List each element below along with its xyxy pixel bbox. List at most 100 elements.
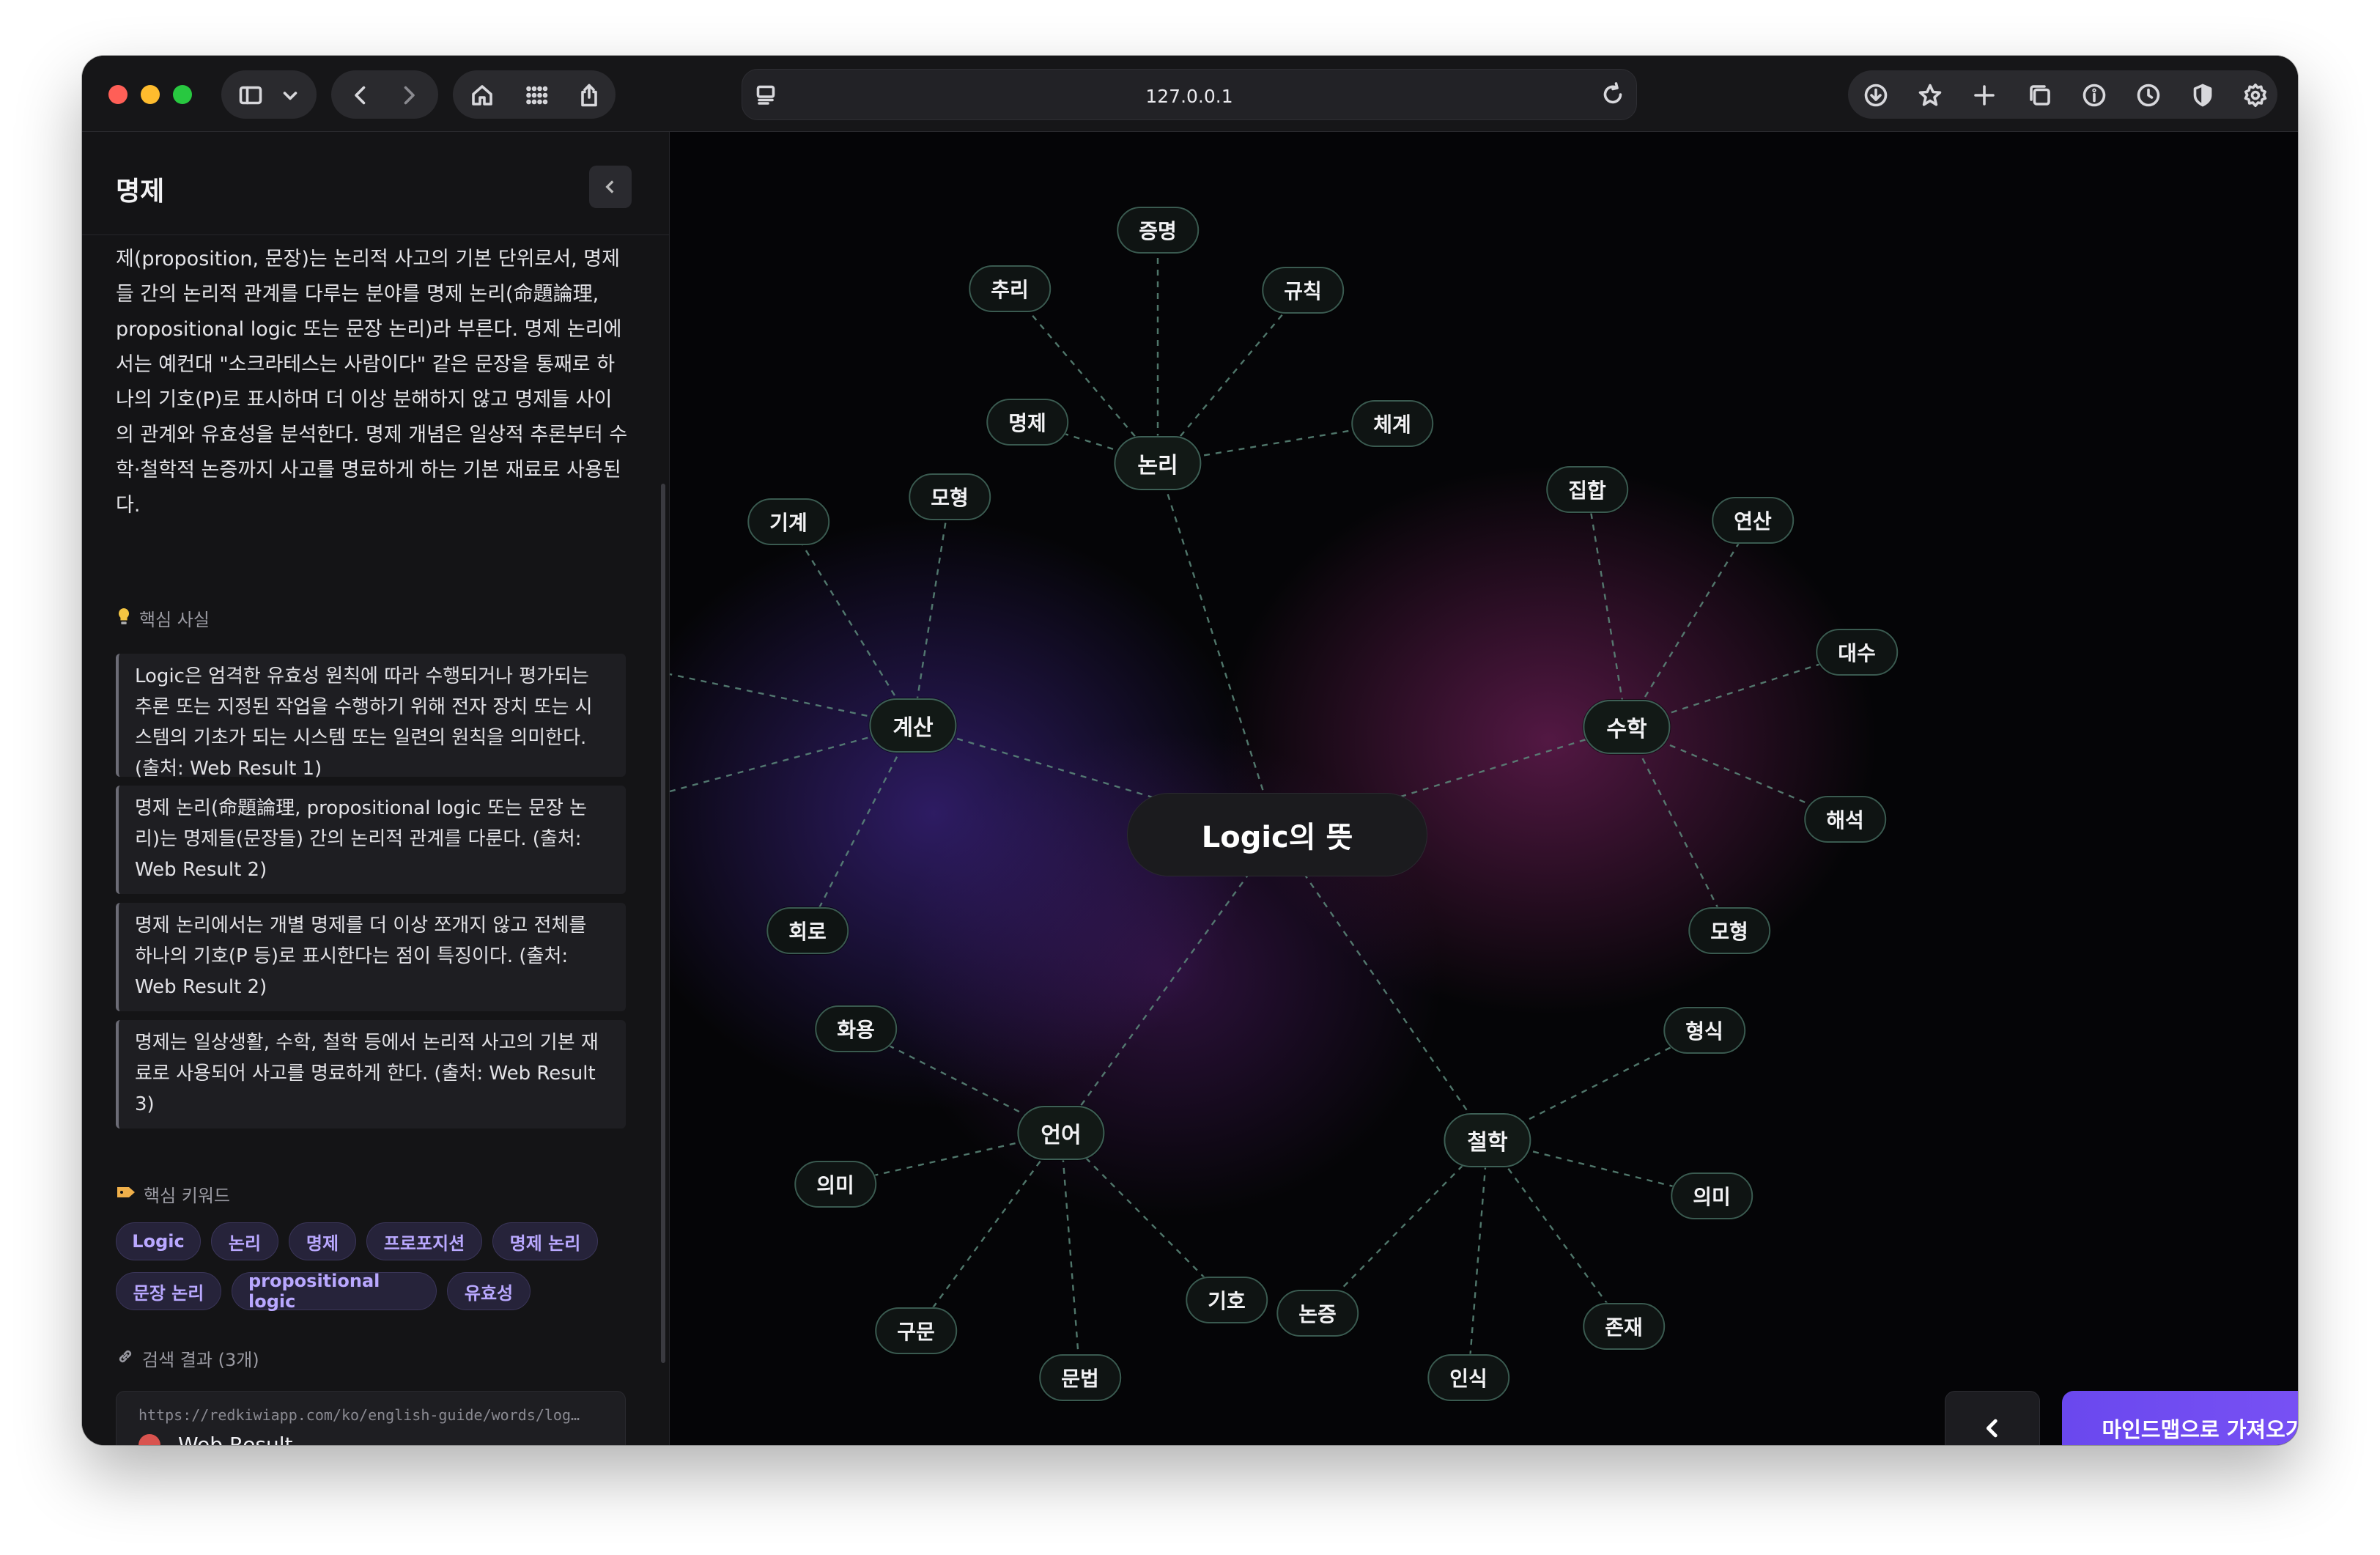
leaf-node-reasoning[interactable]: 추리 — [969, 265, 1051, 312]
mindmap-edge — [1060, 834, 1278, 1134]
leaf-node-existence[interactable]: 존재 — [1583, 1303, 1665, 1350]
star-icon[interactable] — [1915, 81, 1945, 110]
hub-node-logic[interactable]: 논리 — [1114, 436, 1202, 490]
forward-icon[interactable] — [394, 81, 424, 110]
back-icon[interactable] — [346, 81, 375, 110]
gear-icon[interactable] — [2241, 81, 2270, 110]
mindmap-edge — [915, 1132, 1062, 1331]
back-button[interactable] — [1945, 1391, 2040, 1445]
address-bar[interactable]: 127.0.0.1 — [742, 69, 1637, 120]
leaf-node-cognition[interactable]: 인식 — [1427, 1354, 1509, 1401]
home-icon[interactable] — [468, 81, 497, 110]
link-icon — [116, 1347, 135, 1370]
sidebar-icon[interactable] — [236, 81, 265, 110]
info-icon[interactable] — [2080, 81, 2109, 110]
result-url: https://redkiwiapp.com/ko/english-guide/… — [138, 1406, 580, 1424]
leaf-node-analysis[interactable]: 해석 — [1804, 796, 1886, 843]
mindmap-edge — [1156, 462, 1279, 835]
fact-item: 명제 논리(命題論理, propositional logic 또는 문장 논리… — [116, 786, 626, 894]
leaf-node-model[interactable]: 모형 — [909, 473, 991, 520]
mindmap-edge — [912, 496, 951, 726]
leaf-node-proposition[interactable]: 명제 — [986, 399, 1068, 446]
browser-toolbar: 127.0.0.1 — [82, 56, 2298, 132]
mindmap-edge — [1317, 1140, 1488, 1314]
zoom-window-button[interactable] — [173, 85, 192, 104]
results-heading-label: 검색 결과 (3개) — [142, 1350, 259, 1370]
mindmap-edge — [806, 725, 914, 931]
keywords-heading: 핵심 키워드 — [116, 1181, 230, 1207]
shield-icon[interactable] — [2188, 81, 2217, 110]
facts-heading: 핵심 사실 — [116, 605, 210, 631]
reload-icon[interactable] — [1598, 80, 1627, 109]
hub-node-math[interactable]: 수학 — [1583, 700, 1671, 754]
download-icon[interactable] — [1861, 81, 1891, 110]
leaf-node-proof[interactable]: 증명 — [1117, 207, 1199, 254]
favicon-icon — [138, 1434, 160, 1445]
hub-node-language[interactable]: 언어 — [1017, 1106, 1105, 1160]
leaf-node-model[interactable]: 모형 — [1688, 907, 1770, 954]
keyword-chip[interactable]: 문장 논리 — [116, 1272, 221, 1310]
mindmap-edges — [670, 230, 1858, 1378]
lightbulb-icon — [116, 607, 132, 630]
search-result-card[interactable]: https://redkiwiapp.com/ko/english-guide/… — [116, 1391, 626, 1445]
leaf-node-form[interactable]: 형식 — [1663, 1007, 1745, 1054]
hub-node-compute[interactable]: 계산 — [869, 698, 957, 753]
leaf-node-syntax[interactable]: 구문 — [875, 1307, 957, 1354]
leaf-node-grammar[interactable]: 문법 — [1039, 1354, 1121, 1401]
mindmap-edge — [1467, 1140, 1489, 1378]
keyword-chip[interactable]: 프로포지션 — [366, 1222, 482, 1260]
mindmap-center-node[interactable]: Logic의 뜻 — [1127, 793, 1427, 876]
chevron-left-icon — [605, 180, 614, 193]
tag-icon — [116, 1184, 136, 1205]
plus-icon[interactable] — [1970, 81, 1999, 110]
leaf-node-meaning[interactable]: 의미 — [794, 1161, 876, 1208]
leaf-node-argument[interactable]: 논증 — [1276, 1290, 1359, 1337]
leaf-node-machine[interactable]: 기계 — [747, 498, 829, 545]
keyword-chip[interactable]: 명제 — [289, 1222, 356, 1260]
facts-heading-label: 핵심 사실 — [139, 610, 210, 630]
chevron-left-icon — [1986, 1419, 1998, 1438]
share-icon[interactable] — [574, 81, 604, 110]
url-text: 127.0.0.1 — [1145, 86, 1233, 107]
import-to-mindmap-button[interactable]: 마인드맵으로 가져오기 — [2062, 1391, 2298, 1445]
keywords-heading-label: 핵심 키워드 — [144, 1186, 231, 1206]
leaf-node-rule[interactable]: 규칙 — [1262, 267, 1344, 314]
chevron-down-icon[interactable] — [276, 81, 305, 110]
collapse-sidebar-button[interactable] — [589, 166, 632, 208]
tabs-icon[interactable] — [2025, 81, 2055, 110]
keyword-chip[interactable]: 명제 논리 — [492, 1222, 598, 1260]
leaf-node-system[interactable]: 체계 — [1351, 400, 1433, 447]
mindmap-canvas[interactable]: Logic의 뜻 논리 수학 계산 언어 철학 증명 추리 규칙 명제 체계 집… — [670, 132, 2298, 1445]
leaf-node-set[interactable]: 집합 — [1546, 466, 1628, 513]
keyword-chip[interactable]: propositional logic — [232, 1271, 437, 1312]
leaf-node-circuit[interactable]: 회로 — [766, 907, 849, 954]
leaf-node-pragmatics[interactable]: 화용 — [815, 1005, 897, 1052]
leaf-node-operation[interactable]: 연산 — [1712, 497, 1794, 544]
mindmap-edge — [1276, 834, 1488, 1141]
results-heading: 검색 결과 (3개) — [116, 1345, 259, 1371]
keyword-chip[interactable]: Logic — [116, 1222, 201, 1260]
history-icon[interactable] — [2134, 81, 2163, 110]
grid-icon[interactable] — [522, 81, 551, 110]
keyword-chip[interactable]: 논리 — [211, 1222, 278, 1260]
mindmap-edge — [787, 521, 914, 726]
leaf-node-algebra[interactable]: 대수 — [1816, 629, 1898, 676]
close-window-button[interactable] — [108, 85, 128, 104]
keyword-chip[interactable]: 유효성 — [447, 1272, 531, 1310]
leaf-node-symbol[interactable]: 기호 — [1186, 1277, 1268, 1323]
mindmap-edge — [1625, 520, 1754, 728]
divider — [82, 234, 669, 235]
mindmap-edge — [1060, 1132, 1082, 1378]
leaf-node-meaning[interactable]: 의미 — [1671, 1172, 1753, 1219]
sidebar-title: 명제 — [116, 177, 165, 207]
hub-node-philosophy[interactable]: 철학 — [1444, 1113, 1531, 1167]
fact-item: 명제는 일상생활, 수학, 철학 등에서 논리적 사고의 기본 재료로 사용되어… — [116, 1020, 626, 1129]
fact-item: Logic은 엄격한 유효성 원칙에 따라 수행되거나 평가되는 추론 또는 지… — [116, 654, 626, 780]
mindmap-edge — [1625, 726, 1731, 931]
result-title: Web Result — [178, 1433, 293, 1445]
minimize-window-button[interactable] — [141, 85, 160, 104]
sidebar-scrollbar[interactable] — [661, 484, 665, 1363]
browser-window: 127.0.0.1 명제 제(proposition, 문장)는 논리적 사고의… — [82, 56, 2298, 1445]
detail-sidebar: 명제 제(proposition, 문장)는 논리적 사고의 기본 단위로서, … — [82, 132, 670, 1445]
mindmap-edge — [1586, 489, 1628, 728]
